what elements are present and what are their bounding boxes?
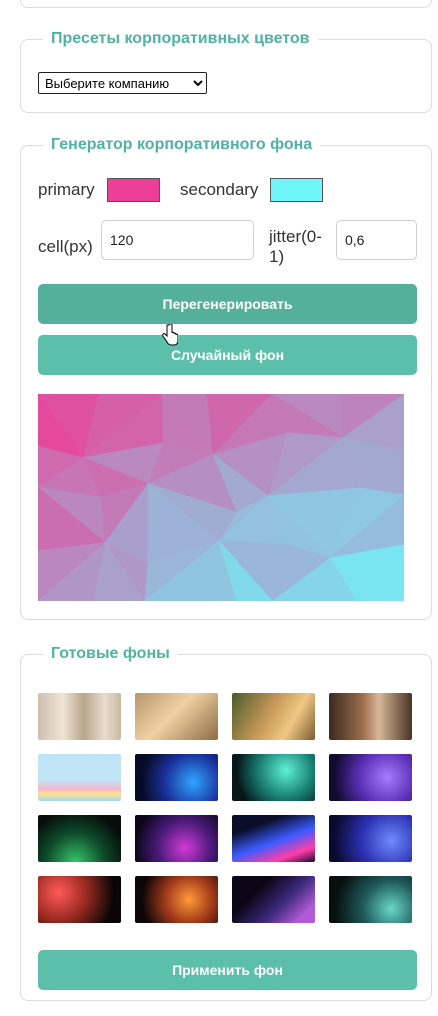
background-thumbnail[interactable] [38, 754, 121, 801]
background-thumbnail[interactable] [38, 693, 121, 740]
background-thumbnail[interactable] [232, 815, 315, 862]
ready-legend: Готовые фоны [51, 645, 170, 662]
cell-label: cell(px) [38, 237, 93, 256]
background-preview [38, 394, 404, 601]
background-thumbnail[interactable] [135, 876, 218, 923]
background-thumbnail[interactable] [329, 815, 412, 862]
background-thumbnail[interactable] [329, 876, 412, 923]
jitter-label: jitter(0- 1) [269, 227, 322, 267]
background-thumbnail[interactable] [232, 876, 315, 923]
regenerate-button[interactable]: Перегенерировать [38, 284, 417, 324]
hand-pointer-icon [162, 324, 178, 346]
random-background-button[interactable]: Случайный фон [38, 335, 417, 375]
background-thumbnail[interactable] [232, 693, 315, 740]
previous-card-edge [20, 0, 432, 8]
company-select[interactable]: Выберите компанию [38, 72, 207, 94]
jitter-input[interactable] [336, 220, 417, 260]
generator-panel: Генератор корпоративного фона primary se… [20, 136, 432, 620]
background-thumbnail[interactable] [232, 754, 315, 801]
primary-color-picker[interactable] [107, 178, 160, 202]
cell-input[interactable] [101, 220, 254, 260]
generator-legend: Генератор корпоративного фона [51, 136, 313, 153]
presets-legend: Пресеты корпоративных цветов [51, 30, 310, 47]
secondary-color-picker[interactable] [270, 178, 323, 202]
jitter-label-line2: 1) [269, 247, 285, 266]
secondary-label: secondary [180, 180, 259, 199]
ready-backgrounds-panel: Готовые фоны Применить фон [20, 645, 432, 1001]
background-thumbnail[interactable] [38, 815, 121, 862]
apply-background-button[interactable]: Применить фон [38, 950, 417, 990]
background-thumbnail[interactable] [135, 693, 218, 740]
background-thumbnail[interactable] [135, 754, 218, 801]
background-thumbnail[interactable] [135, 815, 218, 862]
jitter-label-line1: jitter(0- [269, 227, 322, 246]
presets-panel: Пресеты корпоративных цветов Выберите ко… [20, 30, 432, 113]
background-thumbnail[interactable] [38, 876, 121, 923]
background-thumbnail[interactable] [329, 693, 412, 740]
background-thumbnail[interactable] [329, 754, 412, 801]
primary-label: primary [38, 180, 95, 199]
thumbnail-grid [38, 693, 420, 933]
